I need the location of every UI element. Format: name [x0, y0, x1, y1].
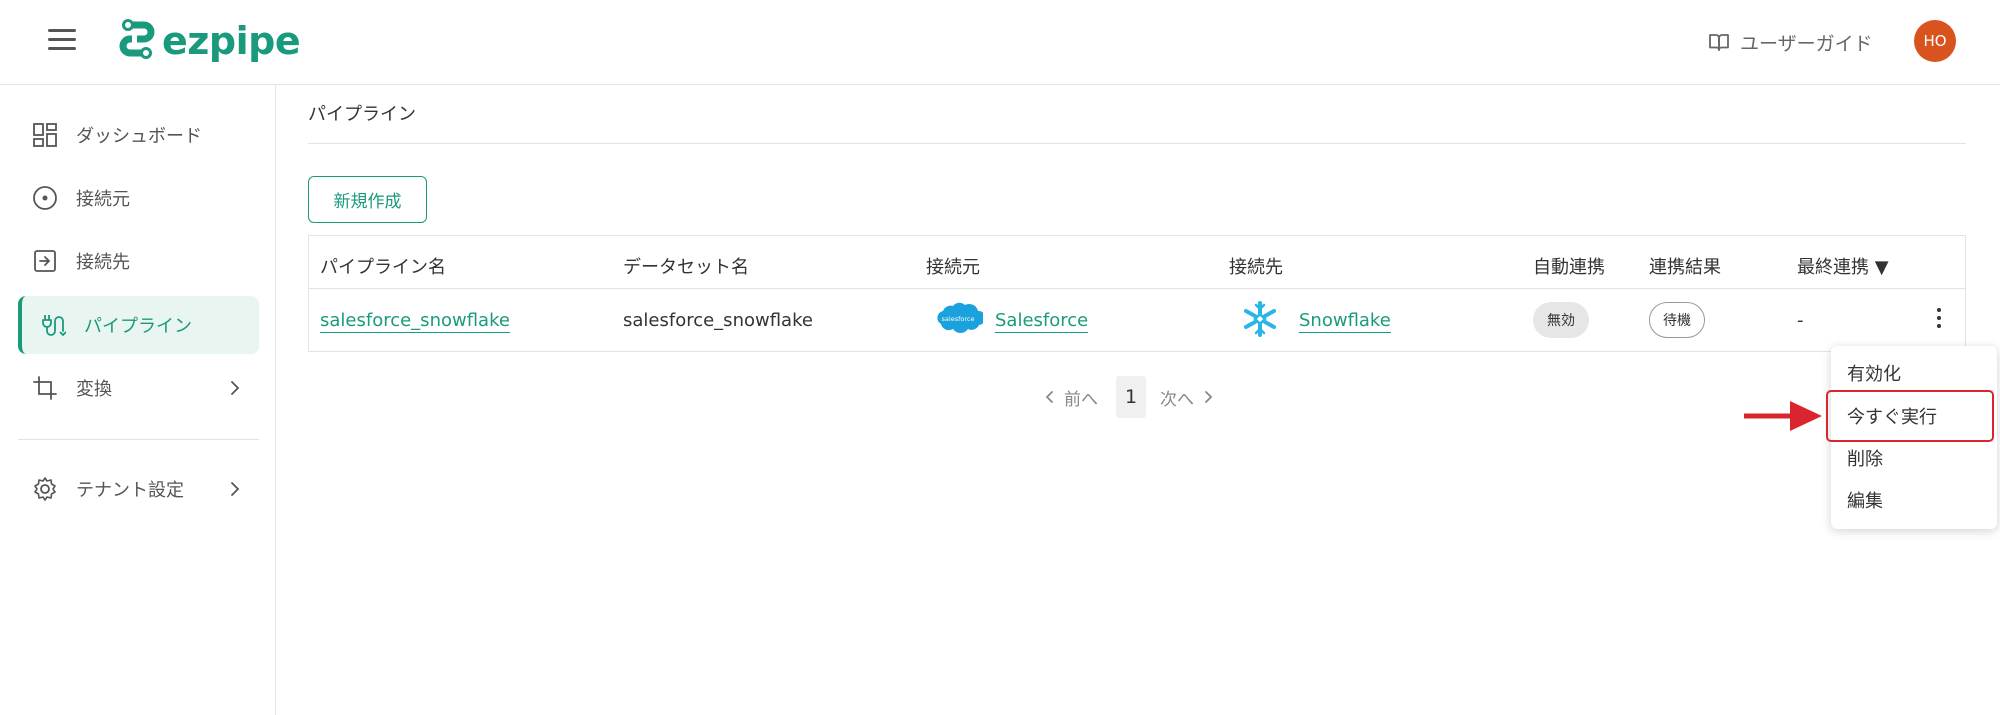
chevron-left-icon — [1045, 391, 1053, 403]
book-icon — [1709, 34, 1729, 51]
annotation-arrow-icon — [1744, 401, 1822, 431]
source-cell: Salesforce — [995, 310, 1089, 333]
salesforce-logo-text: salesforce — [942, 315, 975, 323]
prev-page-label: 前へ — [1064, 389, 1098, 410]
user-avatar[interactable]: HO — [1914, 20, 1956, 62]
sidebar-item-label: ダッシュボード — [76, 126, 202, 147]
sync-result-badge: 待機 — [1649, 302, 1705, 338]
chevron-right-icon — [231, 381, 240, 395]
pipeline-icon — [42, 315, 66, 337]
app-logo[interactable]: ezpipe — [118, 18, 301, 64]
menu-item-enable[interactable]: 有効化 — [1831, 353, 1997, 393]
table-header-divider — [309, 288, 1965, 289]
sidebar-item-label: 接続先 — [76, 252, 130, 273]
app-header: ezpipe ユーザーガイド HO — [0, 0, 2000, 85]
menu-item-run-now[interactable]: 今すぐ実行 — [1831, 396, 1997, 436]
column-header-source[interactable]: 接続元 — [926, 253, 980, 279]
salesforce-logo-icon: salesforce — [937, 302, 983, 334]
sidebar-item-label: パイプライン — [84, 316, 192, 337]
sidebar-item-pipeline[interactable]: パイプライン — [18, 296, 259, 354]
destination-cell: Snowflake — [1299, 310, 1391, 333]
user-guide-label: ユーザーガイド — [1740, 32, 1873, 55]
sidebar-divider — [18, 439, 259, 440]
brand-name: ezpipe — [162, 19, 301, 63]
chevron-right-icon — [1205, 391, 1213, 403]
page-title: パイプライン — [308, 104, 416, 125]
menu-item-edit[interactable]: 編集 — [1831, 480, 1997, 520]
page-number-current[interactable]: 1 — [1116, 376, 1146, 418]
dataset-name-cell: salesforce_snowflake — [623, 310, 813, 331]
sidebar-item-tenant-settings[interactable]: テナント設定 — [18, 460, 259, 518]
row-actions-kebab-icon[interactable] — [1929, 302, 1949, 334]
hamburger-menu-icon[interactable] — [48, 29, 76, 51]
chevron-right-icon — [231, 482, 240, 496]
source-link[interactable]: Salesforce — [995, 310, 1089, 333]
sidebar-item-source[interactable]: 接続元 — [18, 169, 259, 227]
pipeline-table: パイプライン名 データセット名 接続元 接続先 自動連携 連携結果 最終連携 ▼… — [308, 235, 1966, 352]
table-row: salesforce_snowflake — [320, 310, 510, 333]
dashboard-icon — [33, 123, 57, 147]
next-page-button[interactable]: 次へ — [1160, 385, 1214, 410]
auto-sync-badge: 無効 — [1533, 302, 1589, 338]
prev-page-button[interactable]: 前へ — [1044, 385, 1098, 410]
create-new-button[interactable]: 新規作成 — [308, 176, 427, 223]
pipeline-name-link[interactable]: salesforce_snowflake — [320, 310, 510, 333]
column-header-pipeline-name[interactable]: パイプライン名 — [320, 253, 446, 279]
snowflake-logo-icon — [1244, 301, 1276, 337]
title-divider — [308, 143, 1966, 144]
sidebar-item-label: 変換 — [76, 379, 112, 400]
column-header-sync-result[interactable]: 連携結果 — [1649, 253, 1721, 279]
column-header-dataset-name[interactable]: データセット名 — [623, 253, 749, 279]
destination-link[interactable]: Snowflake — [1299, 310, 1391, 333]
last-sync-cell: - — [1797, 310, 1804, 331]
sidebar-item-label: テナント設定 — [76, 480, 184, 501]
column-header-auto-sync[interactable]: 自動連携 — [1533, 253, 1605, 279]
pagination: 前へ 1 次へ — [1044, 376, 1214, 418]
sidebar: ダッシュボード 接続元 接続先 パイプライン 変換 テナント設定 — [0, 85, 276, 715]
sidebar-item-dashboard[interactable]: ダッシュボード — [18, 106, 259, 164]
sidebar-item-transform[interactable]: 変換 — [18, 359, 259, 417]
row-action-menu: 有効化 今すぐ実行 削除 編集 — [1831, 346, 1997, 529]
sidebar-item-destination[interactable]: 接続先 — [18, 232, 259, 290]
gear-icon — [34, 477, 56, 501]
column-header-destination[interactable]: 接続先 — [1229, 253, 1283, 279]
next-page-label: 次へ — [1160, 389, 1194, 410]
crop-icon — [33, 376, 57, 400]
column-header-last-sync[interactable]: 最終連携 ▼ — [1797, 253, 1889, 279]
ezpipe-logo-icon — [119, 19, 155, 59]
user-guide-link[interactable]: ユーザーガイド — [1708, 26, 1873, 58]
sidebar-item-label: 接続元 — [76, 189, 130, 210]
source-icon — [33, 186, 57, 210]
destination-icon — [34, 250, 56, 272]
menu-item-delete[interactable]: 削除 — [1831, 438, 1997, 478]
